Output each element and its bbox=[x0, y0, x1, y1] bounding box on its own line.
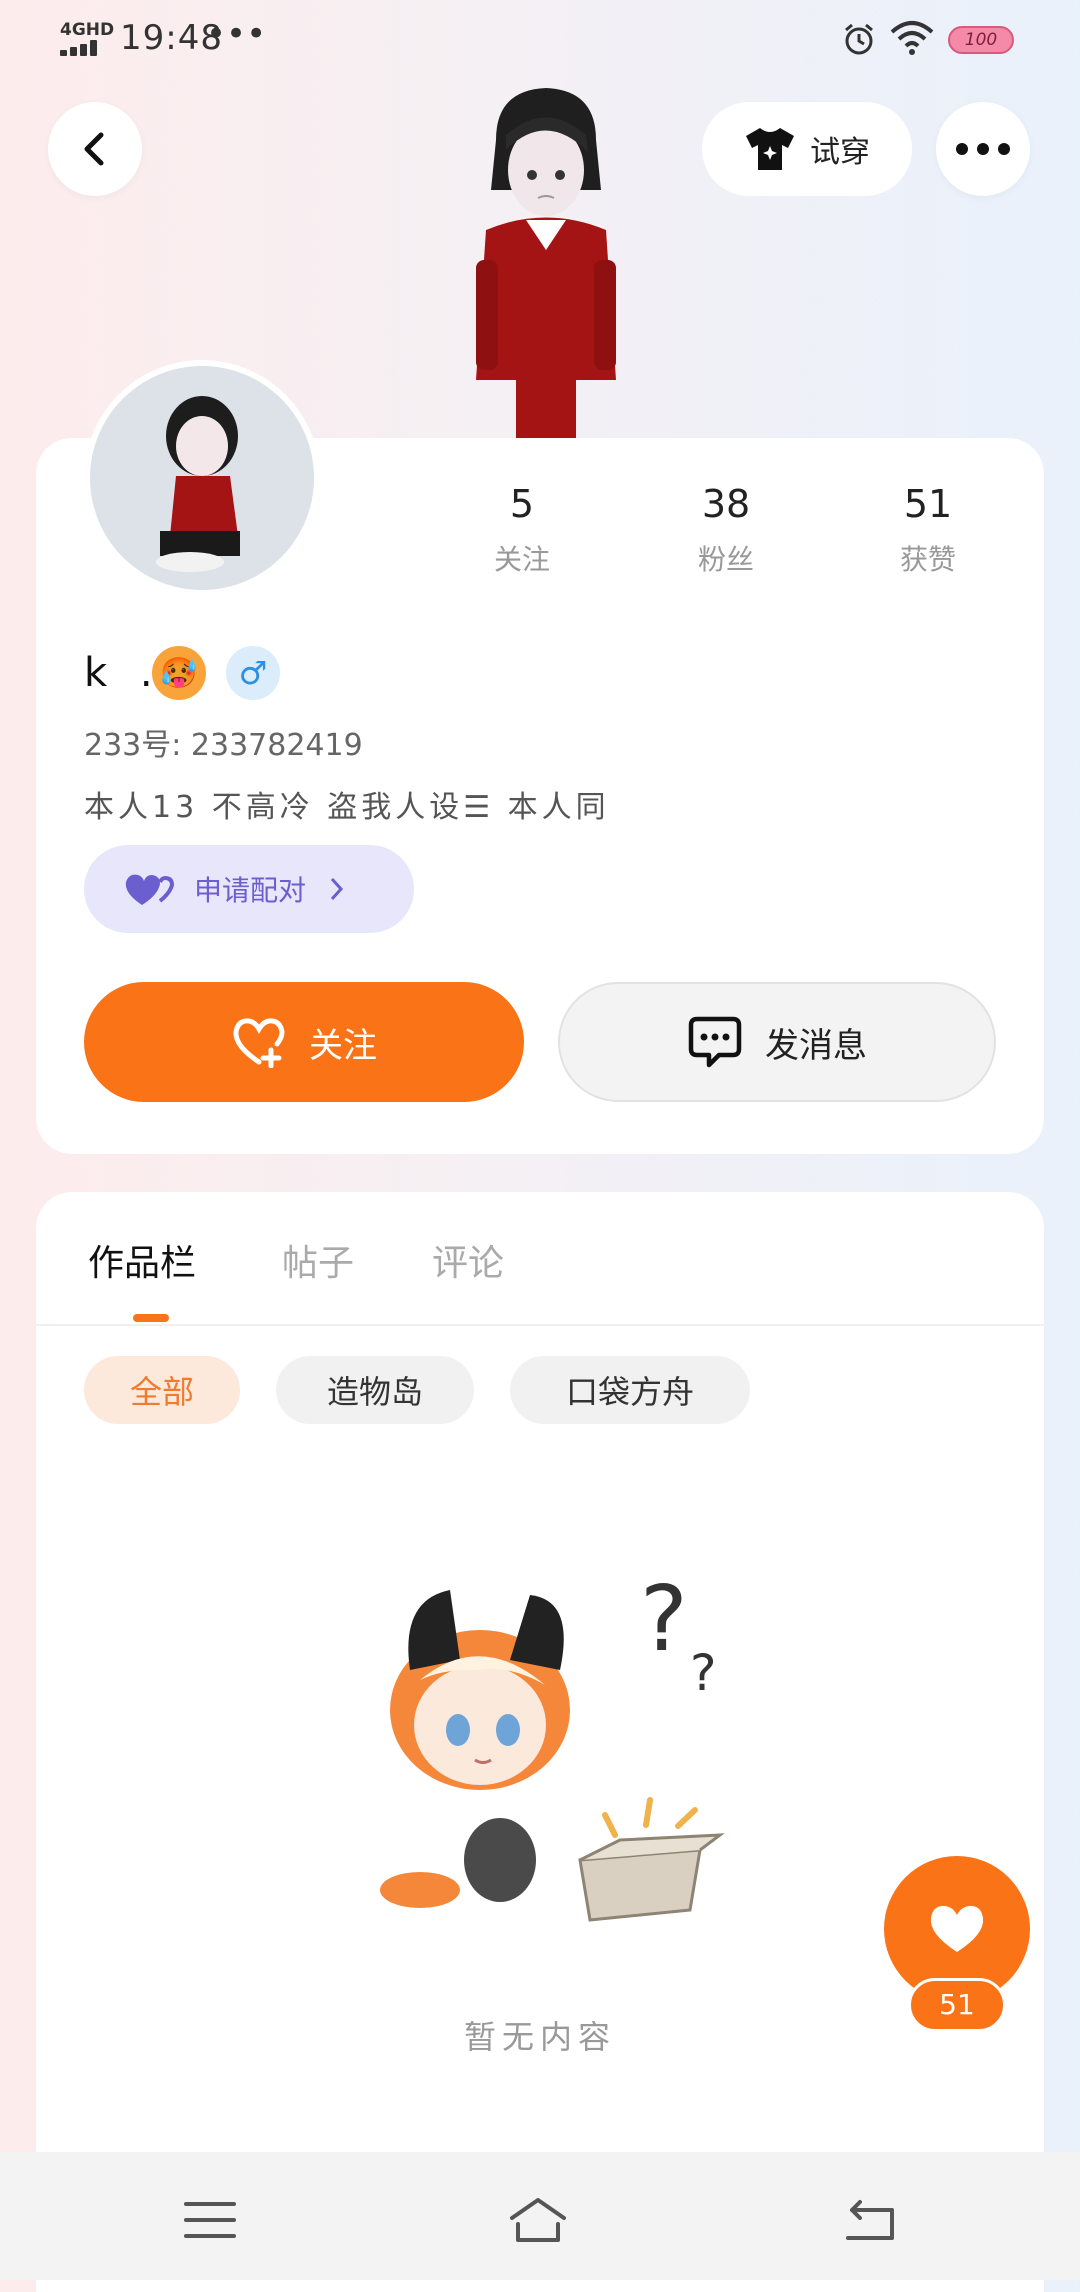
follow-button[interactable]: 关注 bbox=[84, 982, 524, 1102]
heart-icon bbox=[930, 1905, 984, 1952]
tshirt-icon bbox=[746, 128, 794, 170]
tab-posts[interactable]: 帖子 bbox=[282, 1234, 354, 1286]
back-button[interactable] bbox=[48, 102, 142, 196]
svg-text:?: ? bbox=[640, 1567, 688, 1672]
message-button[interactable]: 发消息 bbox=[558, 982, 996, 1102]
network-indicator: 4GHD bbox=[60, 20, 115, 40]
user-id: 233号: 233782419 bbox=[84, 728, 363, 763]
stat-label: 粉丝 bbox=[697, 543, 754, 576]
avatar-figure bbox=[476, 88, 616, 440]
pair-request-button[interactable]: 申请配对 bbox=[84, 845, 414, 933]
stat-followers[interactable]: 38 粉丝 bbox=[646, 482, 806, 578]
tab-divider bbox=[36, 1324, 1044, 1326]
signal-icon bbox=[60, 40, 104, 56]
filter-all[interactable]: 全部 bbox=[84, 1356, 240, 1424]
wifi-icon bbox=[890, 21, 934, 55]
stat-value: 51 bbox=[903, 482, 953, 526]
hot-face-emoji-icon: 🥵 bbox=[152, 646, 206, 700]
filter-pocket-ark[interactable]: 口袋方舟 bbox=[510, 1356, 750, 1424]
back-nav-icon[interactable] bbox=[842, 2196, 902, 2244]
more-dots-icon bbox=[956, 143, 1010, 155]
battery-indicator: 100 bbox=[948, 26, 1014, 54]
like-count-badge: 51 bbox=[908, 1978, 1006, 2032]
follow-label: 关注 bbox=[309, 1025, 377, 1066]
stat-label: 关注 bbox=[493, 543, 550, 576]
chevron-left-icon bbox=[84, 132, 104, 166]
pair-label: 申请配对 bbox=[194, 874, 307, 907]
filter-creation-island[interactable]: 造物岛 bbox=[276, 1356, 474, 1424]
alarm-icon bbox=[845, 23, 873, 55]
stat-value: 38 bbox=[701, 482, 751, 526]
chevron-right-icon bbox=[330, 877, 344, 901]
tab-works[interactable]: 作品栏 bbox=[88, 1234, 196, 1286]
chat-bubble-icon bbox=[688, 1016, 742, 1068]
svg-text:?: ? bbox=[690, 1644, 717, 1702]
notification-dots: ••• bbox=[206, 14, 267, 54]
username: k . bbox=[84, 650, 163, 696]
try-on-button[interactable]: 试穿 bbox=[702, 102, 912, 196]
stat-value: 5 bbox=[509, 482, 535, 526]
hearts-icon bbox=[125, 874, 174, 905]
avatar[interactable] bbox=[84, 360, 320, 596]
bio: 本人13 不高冷 盗我人设☰ 本人同 bbox=[84, 790, 610, 825]
empty-state-illustration: ? ? bbox=[380, 1567, 725, 1922]
stat-label: 获赞 bbox=[899, 543, 956, 576]
male-gender-icon: ♂ bbox=[226, 646, 280, 700]
tab-indicator bbox=[133, 1314, 169, 1322]
home-icon[interactable] bbox=[508, 2196, 568, 2244]
tab-comments[interactable]: 评论 bbox=[432, 1234, 504, 1286]
message-label: 发消息 bbox=[765, 1025, 867, 1066]
menu-icon[interactable] bbox=[180, 2196, 240, 2244]
stat-following[interactable]: 5 关注 bbox=[442, 482, 602, 578]
status-bar: 4GHD 19:48 ••• 100 bbox=[0, 0, 1080, 80]
heart-plus-icon bbox=[233, 1018, 285, 1068]
stat-likes[interactable]: 51 获赞 bbox=[848, 482, 1008, 578]
try-on-label: 试穿 bbox=[810, 135, 870, 170]
avatar-figure-thumbnail bbox=[156, 396, 240, 572]
more-button[interactable] bbox=[936, 102, 1030, 196]
